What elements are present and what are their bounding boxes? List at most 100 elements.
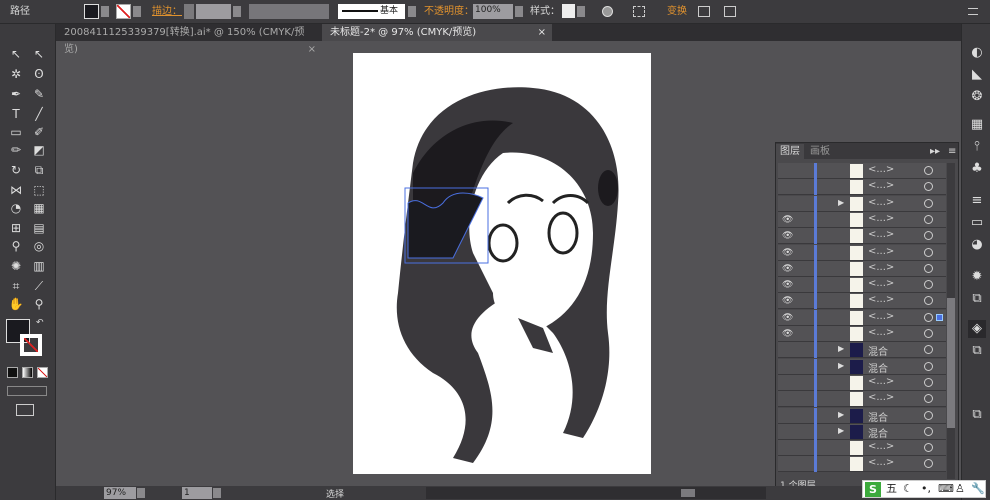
direct-selection-tool-icon[interactable]: ↖ xyxy=(30,46,48,62)
chevron-down-icon[interactable] xyxy=(577,6,585,17)
target-icon[interactable] xyxy=(924,410,933,420)
color-guide-icon[interactable]: ◣ xyxy=(968,66,986,84)
target-icon[interactable] xyxy=(924,329,933,338)
free-transform-tool-icon[interactable]: ⬚ xyxy=(30,182,48,198)
eye-icon[interactable]: 👁 xyxy=(782,264,793,274)
close-icon[interactable]: × xyxy=(308,41,316,58)
perspective-grid-tool-icon[interactable]: ▦ xyxy=(30,200,48,216)
hand-tool-icon[interactable]: ✋ xyxy=(7,296,25,312)
target-icon[interactable] xyxy=(924,443,933,453)
layer-name[interactable]: <...> xyxy=(868,180,894,191)
keyboard-icon[interactable]: ⌨ xyxy=(938,481,954,497)
expand-arrow-icon[interactable]: ▶ xyxy=(838,198,844,207)
layers-panel-icon[interactable]: ◈ xyxy=(968,320,986,338)
layer-name[interactable]: 混合 xyxy=(868,409,888,424)
fill-swatch[interactable] xyxy=(84,4,99,19)
eye-icon[interactable]: 👁 xyxy=(782,248,793,258)
panel-menu-icon[interactable] xyxy=(968,8,978,15)
chevron-right-icon[interactable] xyxy=(515,6,523,17)
ime-logo[interactable]: S xyxy=(865,482,881,497)
screen-mode-icon[interactable] xyxy=(16,404,34,416)
none-mode-icon[interactable] xyxy=(37,367,48,378)
artboard-tool-icon[interactable]: ⌗ xyxy=(7,278,25,294)
layer-name[interactable]: <...> xyxy=(868,246,894,257)
expand-arrow-icon[interactable]: ▶ xyxy=(838,344,844,353)
selection-tool-icon[interactable]: ↖ xyxy=(7,46,25,62)
eyedropper-tool-icon[interactable]: ⚲ xyxy=(7,238,25,254)
layer-row[interactable]: <...> xyxy=(778,391,946,408)
target-icon[interactable] xyxy=(924,312,933,322)
isolate-icon[interactable] xyxy=(698,6,710,17)
artboard[interactable] xyxy=(353,53,651,474)
swap-colors-icon[interactable]: ↶ xyxy=(36,318,44,328)
layer-name[interactable]: <...> xyxy=(868,441,894,452)
paintbrush-tool-icon[interactable]: ✐ xyxy=(30,124,48,140)
shape-builder-tool-icon[interactable]: ◔ xyxy=(7,200,25,216)
links-panel-icon[interactable]: ⧉ xyxy=(968,406,986,424)
brush-definition-select[interactable]: 基本 xyxy=(338,4,405,19)
artboard-number-input[interactable]: 1 xyxy=(182,487,212,499)
blend-tool-icon[interactable]: ◎ xyxy=(30,238,48,254)
curvature-tool-icon[interactable]: ✎ xyxy=(30,86,48,102)
layer-name[interactable]: <...> xyxy=(868,262,894,273)
eye-icon[interactable]: 👁 xyxy=(782,215,793,225)
stroke-color-box[interactable] xyxy=(20,334,42,356)
swatches-icon[interactable]: ▦ xyxy=(968,116,986,134)
moon-icon[interactable]: ☾ xyxy=(903,481,913,497)
eraser-tool-icon[interactable]: ◩ xyxy=(30,142,48,158)
stroke-label[interactable]: 描边： xyxy=(152,0,182,24)
target-icon[interactable] xyxy=(924,182,933,192)
gradient-mode-icon[interactable] xyxy=(22,367,33,378)
target-icon[interactable] xyxy=(924,247,933,257)
layer-row[interactable]: 👁 <...> xyxy=(778,309,946,326)
brushes-icon[interactable]: ⫯ xyxy=(968,138,986,156)
tab-document-2[interactable]: 未标题-2* @ 97% (CMYK/预览) × xyxy=(322,24,552,41)
symbols-icon[interactable]: ♣ xyxy=(968,160,986,178)
user-icon[interactable]: ♙ xyxy=(955,481,965,497)
stroke-panel-icon[interactable]: ≡ xyxy=(968,192,986,210)
transparency-panel-icon[interactable]: ◕ xyxy=(968,236,986,254)
target-icon[interactable] xyxy=(924,394,933,404)
collapse-icon[interactable]: ▸▸ xyxy=(926,144,944,159)
recolor-icon[interactable] xyxy=(602,6,613,17)
color-panel-icon[interactable]: ◐ xyxy=(968,44,986,62)
pencil-tool-icon[interactable]: ✏ xyxy=(7,142,25,158)
artboards-panel-icon[interactable]: ⧉ xyxy=(968,342,986,360)
ime-mode[interactable]: 五 xyxy=(886,481,897,497)
layer-row[interactable]: 👁 <...> xyxy=(778,211,946,228)
opacity-label[interactable]: 不透明度： xyxy=(424,0,474,24)
gradient-tool-icon[interactable]: ▤ xyxy=(30,220,48,236)
lasso-tool-icon[interactable]: ʘ xyxy=(30,66,48,82)
target-icon[interactable] xyxy=(924,377,933,387)
chevron-down-icon[interactable] xyxy=(233,6,241,17)
layer-name[interactable]: <...> xyxy=(868,213,894,224)
layer-name[interactable]: 混合 xyxy=(868,343,888,358)
stroke-swatch-none[interactable] xyxy=(116,4,131,19)
pen-tool-icon[interactable]: ✒ xyxy=(7,86,25,102)
eye-icon[interactable]: 👁 xyxy=(782,280,793,290)
drawing-mode-icon[interactable] xyxy=(7,386,47,396)
chevron-down-icon[interactable] xyxy=(101,6,109,17)
scrollbar[interactable] xyxy=(947,163,955,479)
layer-name[interactable]: <...> xyxy=(868,327,894,338)
appearance-panel-icon[interactable]: ✹ xyxy=(968,268,986,286)
graphic-styles-icon[interactable]: ⧉ xyxy=(968,290,986,308)
style-swatch[interactable] xyxy=(562,4,575,18)
target-icon[interactable] xyxy=(924,426,933,436)
layer-row[interactable]: <...> xyxy=(778,163,946,179)
target-icon[interactable] xyxy=(924,345,933,355)
tab-artboards[interactable]: 画板 xyxy=(806,144,834,159)
layer-name[interactable]: <...> xyxy=(868,278,894,289)
target-icon[interactable] xyxy=(924,198,933,208)
stroke-weight-input[interactable] xyxy=(196,4,231,19)
layer-row[interactable]: ▶ <...> xyxy=(778,195,946,212)
chevron-down-icon[interactable] xyxy=(133,6,141,17)
target-icon[interactable] xyxy=(924,166,933,175)
layer-name[interactable]: <...> xyxy=(868,376,894,387)
layer-row[interactable]: 👁 <...> xyxy=(778,326,946,342)
layer-row[interactable]: 👁 <...> xyxy=(778,293,946,310)
target-icon[interactable] xyxy=(924,296,933,306)
stroke-weight-stepper[interactable] xyxy=(184,4,194,19)
panel-menu-icon[interactable]: ≡ xyxy=(944,144,960,159)
layer-row[interactable]: 👁 <...> xyxy=(778,260,946,277)
